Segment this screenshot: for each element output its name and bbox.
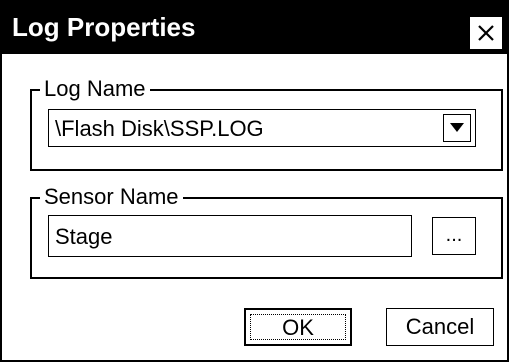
sensor-name-group: Sensor Name Stage ... (30, 183, 503, 279)
log-name-dropdown[interactable]: \Flash Disk\SSP.LOG (48, 109, 476, 147)
chevron-down-icon (450, 123, 464, 132)
sensor-name-label: Sensor Name (40, 183, 183, 211)
sensor-name-input[interactable]: Stage (48, 215, 412, 257)
ok-button[interactable]: OK (244, 308, 352, 346)
log-name-group: Log Name \Flash Disk\SSP.LOG (30, 75, 503, 171)
log-name-value: \Flash Disk\SSP.LOG (55, 116, 264, 141)
close-icon (478, 25, 494, 41)
log-name-label: Log Name (40, 75, 150, 103)
title-bar: Log Properties (2, 2, 507, 54)
log-properties-dialog: Log Properties Log Name \Flash Disk\SSP.… (0, 0, 509, 362)
dialog-title: Log Properties (12, 12, 196, 42)
dropdown-arrow-button[interactable] (443, 114, 471, 142)
ok-button-label: OK (282, 315, 314, 340)
sensor-name-value: Stage (55, 224, 113, 249)
close-button[interactable] (469, 16, 503, 50)
browse-button[interactable]: ... (432, 217, 476, 255)
cancel-button[interactable]: Cancel (386, 308, 494, 346)
